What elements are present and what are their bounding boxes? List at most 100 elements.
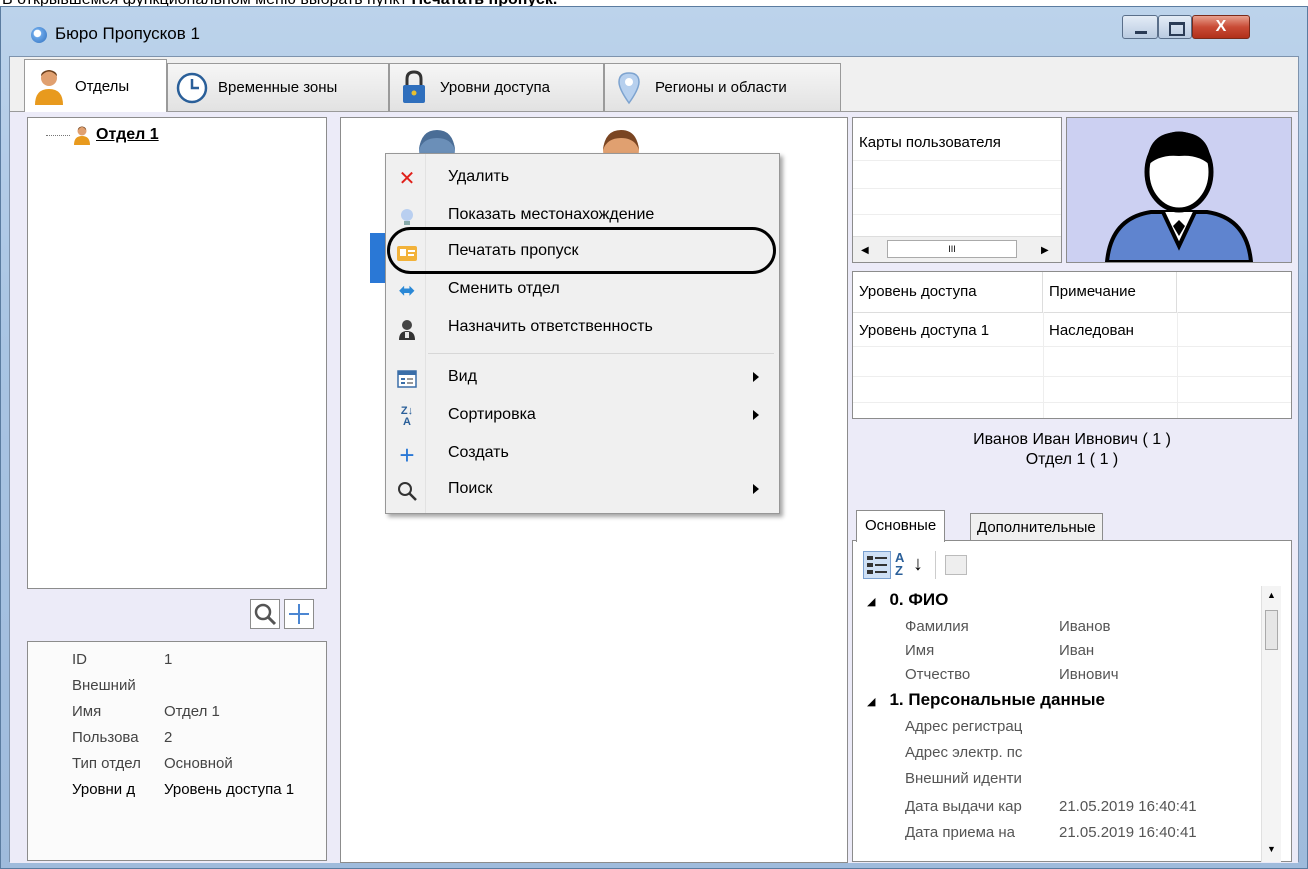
tab-label: Уровни доступа (440, 79, 550, 96)
property-row[interactable]: Дата выдачи кар 21.05.2019 16:40:41 (905, 798, 1197, 815)
property-row[interactable]: Внешний иденти (905, 770, 1022, 787)
user-avatar-icon[interactable] (597, 126, 645, 156)
person-silhouette-icon (1104, 131, 1254, 264)
menu-item-label: Вид (448, 368, 477, 385)
scroll-thumb[interactable]: III (887, 240, 1017, 258)
add-button[interactable] (284, 599, 314, 629)
property-name: Адрес регистрац (905, 718, 1023, 735)
menu-item-create[interactable]: + Создать (388, 435, 777, 473)
search-icon (396, 480, 418, 502)
menu-item-label: Сменить отдел (448, 280, 560, 297)
category-header[interactable]: ◢ 0. ФИО (867, 590, 948, 610)
collapse-icon[interactable]: ◢ (867, 696, 875, 708)
menu-item-assign-responsibility[interactable]: Назначить ответственность (388, 309, 777, 347)
table-cell[interactable]: Наследован (1043, 316, 1177, 346)
padlock-icon (398, 69, 430, 107)
prop-value: Основной (164, 755, 233, 772)
tree-item-department[interactable]: Отдел 1 (46, 125, 159, 145)
menu-item-view[interactable]: Вид (388, 359, 777, 397)
property-row[interactable]: Отчество Ивнович (905, 666, 1119, 683)
user-photo (1066, 117, 1292, 264)
tab-additional[interactable]: Дополнительные (970, 513, 1103, 541)
property-pages-button[interactable] (945, 555, 967, 575)
category-title: 0. ФИО (889, 590, 949, 609)
department-tree[interactable]: Отдел 1 (27, 117, 327, 589)
user-icon (74, 126, 90, 145)
user-avatar-icon[interactable] (413, 126, 461, 156)
property-row[interactable]: Фамилия Иванов (905, 618, 1111, 635)
submenu-arrow-icon (753, 410, 759, 420)
minimize-button[interactable] (1122, 15, 1158, 39)
scroll-down-icon[interactable]: ▼ (1267, 844, 1276, 854)
sort-az-icon: Z↓ A (400, 405, 414, 428)
tab-basic[interactable]: Основные (856, 510, 946, 542)
collapse-icon[interactable]: ◢ (867, 596, 875, 608)
prop-key: Имя (72, 703, 102, 720)
menu-item-change-department[interactable]: ⬌ Сменить отдел (388, 271, 777, 309)
menu-item-label: Удалить (448, 168, 510, 185)
submenu-arrow-icon (753, 372, 759, 382)
property-value: 21.05.2019 16:40:41 (1059, 798, 1197, 815)
category-header[interactable]: ◢ 1. Персональные данные (867, 690, 1105, 710)
menu-item-label: Поиск (448, 480, 493, 497)
title-bar[interactable]: Бюро Пропусков 1 X (1, 7, 1307, 55)
column-header[interactable]: Примечание (1043, 272, 1177, 312)
user-summary: Иванов Иван Ивнович ( 1 ) Отдел 1 ( 1 ) (852, 430, 1292, 470)
categorized-button[interactable] (863, 551, 891, 579)
map-pin-icon (613, 69, 645, 107)
sort-arrow-icon: ↓ (913, 553, 923, 575)
prop-value: 2 (164, 729, 173, 746)
main-tabs: Отделы Временные зоны Уровни доступа Рег… (10, 57, 1298, 112)
sort-az-icon: AZ (895, 550, 905, 578)
table-cell[interactable]: Уровень доступа 1 (853, 316, 1043, 346)
scroll-up-icon[interactable]: ▲ (1267, 590, 1276, 600)
search-icon (254, 603, 277, 626)
menu-item-label: Сортировка (448, 406, 536, 423)
search-button[interactable] (250, 599, 280, 629)
user-name: Иванов Иван Ивнович ( 1 ) (973, 431, 1171, 448)
tab-label: Регионы и области (655, 79, 787, 96)
property-name: Адрес электр. пс (905, 744, 1023, 761)
swap-arrows-icon: ⬌ (398, 280, 416, 302)
tab-regions[interactable]: Регионы и области (604, 63, 841, 111)
property-name: Дата приема на (905, 824, 1016, 841)
user-cards-panel: Карты пользователя ◀ III ▶ (852, 117, 1062, 263)
submenu-arrow-icon (753, 484, 759, 494)
menu-separator (428, 353, 774, 354)
cards-header: Карты пользователя (859, 134, 1001, 151)
property-value: Иван (1059, 642, 1095, 659)
tab-access-levels[interactable]: Уровни доступа (389, 63, 604, 111)
tab-time-zones[interactable]: Временные зоны (167, 63, 389, 111)
tree-connector (46, 134, 70, 136)
property-grid[interactable]: ◢ 0. ФИО Фамилия Иванов Имя Иван Отчество Ив… (861, 586, 1261, 862)
prop-key: Внешний (72, 677, 136, 694)
menu-item-label: Показать местонахождение (448, 206, 655, 223)
menu-item-delete[interactable]: ✕ Удалить (388, 159, 777, 197)
property-row[interactable]: Адрес электр. пс (905, 744, 1022, 761)
window-title: Бюро Пропусков 1 (55, 24, 200, 43)
menu-item-label: Создать (448, 444, 509, 461)
property-row[interactable]: Дата приема на 21.05.2019 16:40:41 (905, 824, 1197, 841)
property-row[interactable]: Адрес регистрац (905, 718, 1022, 735)
access-level-table: Уровень доступа Примечание Уровень досту… (852, 271, 1292, 419)
scroll-right-icon[interactable]: ▶ (1041, 245, 1049, 256)
tab-departments[interactable]: Отделы (24, 59, 167, 112)
property-grid-pane: AZ ↓ ◢ 0. ФИО Фамилия Иванов Имя Иван Отчес… (852, 540, 1292, 862)
close-button[interactable]: X (1192, 15, 1250, 39)
prop-key: Тип отдел (72, 755, 141, 772)
scroll-thumb[interactable] (1265, 610, 1278, 650)
menu-item-label: Назначить ответственность (448, 318, 653, 335)
menu-item-search[interactable]: Поиск (388, 471, 777, 509)
horizontal-scrollbar[interactable]: ◀ III ▶ (853, 236, 1061, 262)
property-name: Имя (905, 642, 935, 659)
categorized-icon (867, 556, 887, 574)
property-value: Ивнович (1059, 666, 1119, 683)
view-icon (396, 368, 418, 390)
column-header[interactable]: Уровень доступа (853, 272, 1043, 312)
category-title: 1. Персональные данные (889, 690, 1105, 709)
property-row[interactable]: Имя Иван (905, 642, 1094, 659)
scroll-left-icon[interactable]: ◀ (861, 245, 869, 256)
maximize-button[interactable] (1158, 15, 1192, 39)
menu-item-sort[interactable]: Z↓ A Сортировка (388, 397, 777, 435)
vertical-scrollbar[interactable]: ▲ ▼ (1261, 586, 1281, 862)
